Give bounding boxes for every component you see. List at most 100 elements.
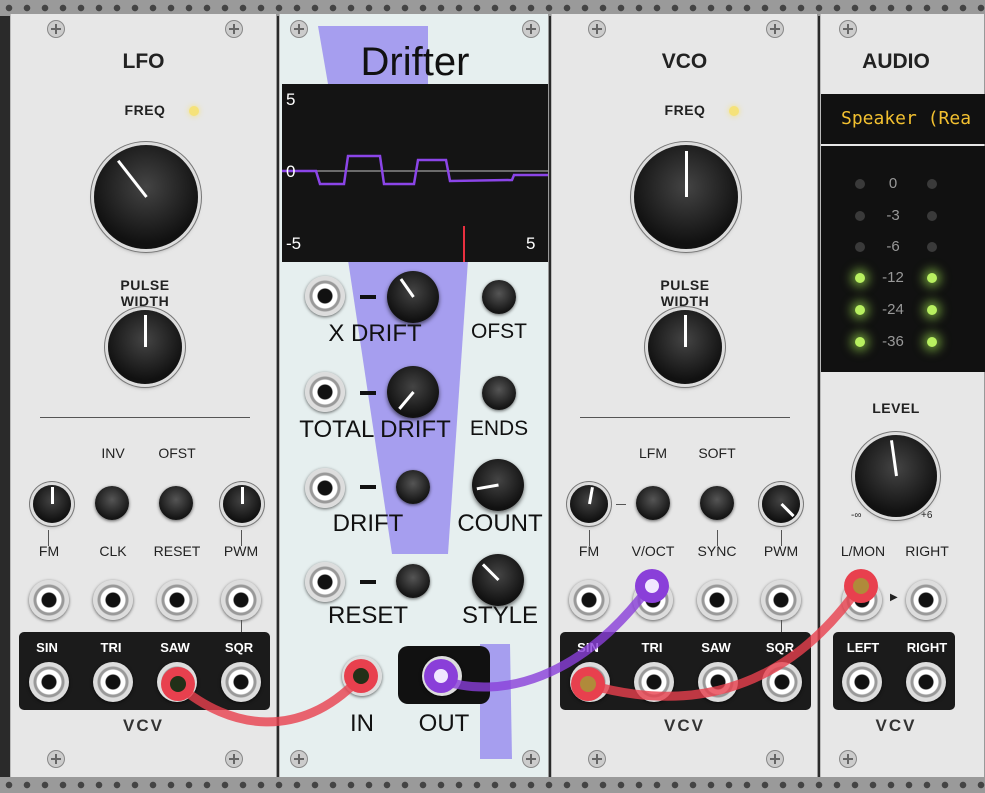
drift-cv-jack[interactable]: [305, 468, 345, 508]
lfo-freq-knob[interactable]: [94, 145, 198, 249]
audio-left-output[interactable]: [842, 662, 882, 702]
audio-module: AUDIO Speaker (Rea 0 -3 -6 -12 -24 -36 L…: [820, 14, 985, 777]
lfo-clk-jack[interactable]: [93, 580, 133, 620]
meter-led-right: [927, 179, 937, 189]
screw-icon: [47, 20, 65, 38]
attenuator-dash: [360, 295, 376, 299]
screw-icon: [290, 750, 308, 768]
vco-freq-knob[interactable]: [634, 145, 738, 249]
screw-icon: [522, 20, 540, 38]
attenuator-dash: [360, 485, 376, 489]
audio-lmon-input[interactable]: [842, 580, 882, 620]
ofst-button[interactable]: [482, 280, 516, 314]
style-knob[interactable]: [472, 554, 524, 606]
audio-level-knob[interactable]: [855, 435, 937, 517]
screw-icon: [588, 20, 606, 38]
lfo-reset-jack[interactable]: [157, 580, 197, 620]
lfo-sqr-output[interactable]: [221, 662, 261, 702]
x-drift-cv-jack[interactable]: [305, 276, 345, 316]
screw-icon: [766, 750, 784, 768]
total-drift-label: TOTAL DRIFT: [299, 416, 451, 443]
audio-device-name: Speaker (Rea: [841, 108, 972, 129]
meter-led-left: [855, 273, 865, 283]
count-knob[interactable]: [472, 459, 524, 511]
vco-sin-output[interactable]: [570, 662, 610, 702]
vco-pwm-jack[interactable]: [761, 580, 801, 620]
vco-voct-jack[interactable]: [633, 580, 673, 620]
lfo-freq-led: [189, 106, 199, 116]
meter-row: -12: [821, 268, 971, 288]
reset-cv-jack[interactable]: [305, 562, 345, 602]
arrow-icon: ▶: [890, 592, 898, 603]
audio-level-label: LEVEL: [872, 400, 920, 416]
vco-soft-button[interactable]: [700, 486, 734, 520]
total-drift-cv-jack[interactable]: [305, 372, 345, 412]
vco-pwm-knob[interactable]: [762, 485, 800, 523]
vco-pw-label: PULSE WIDTH: [660, 277, 710, 309]
display-x-right: 5: [526, 234, 536, 253]
lfo-inv-button[interactable]: [95, 486, 129, 520]
drifter-out-jack[interactable]: [422, 656, 462, 696]
meter-led-left: [855, 337, 865, 347]
vco-tri-output[interactable]: [634, 662, 674, 702]
vco-lfm-button[interactable]: [636, 486, 670, 520]
vco-brand: VCV: [664, 716, 705, 735]
divider: [616, 504, 626, 505]
lfo-tri-output[interactable]: [93, 662, 133, 702]
vco-sqr-output[interactable]: [762, 662, 802, 702]
ends-label: ENDS: [469, 417, 529, 440]
style-label: STYLE: [461, 602, 539, 629]
audio-right-input[interactable]: [906, 580, 946, 620]
in-label: IN: [350, 710, 374, 737]
vco-pwm-label: PWM: [763, 543, 799, 559]
screw-icon: [225, 750, 243, 768]
audio-device-display[interactable]: Speaker (Rea: [821, 94, 985, 144]
reset-button[interactable]: [396, 564, 430, 598]
meter-label: 0: [888, 175, 898, 192]
ends-button[interactable]: [482, 376, 516, 410]
lfo-saw-output[interactable]: [157, 662, 197, 702]
lfo-pwm-knob[interactable]: [223, 485, 261, 523]
audio-output-box: LEFT RIGHT: [833, 632, 955, 710]
meter-label: -3: [886, 207, 900, 224]
vco-fm-jack[interactable]: [569, 580, 609, 620]
meter-label: -36: [882, 333, 904, 350]
lfo-fm-jack[interactable]: [29, 580, 69, 620]
x-drift-knob[interactable]: [387, 271, 439, 323]
meter-row: -24: [821, 300, 971, 320]
lfo-pw-label: PULSE WIDTH: [120, 277, 170, 309]
drift-label: DRIFT: [332, 510, 404, 537]
bottom-rail: [0, 777, 985, 793]
audio-right-input-label: RIGHT: [905, 543, 949, 559]
lfo-pwm-label: PWM: [223, 543, 259, 559]
drifter-title: Drifter: [360, 40, 470, 84]
lfo-out-sqr-label: SQR: [224, 640, 254, 655]
meter-label: -6: [886, 238, 900, 255]
vco-saw-output[interactable]: [698, 662, 738, 702]
lfo-ofst-button[interactable]: [159, 486, 193, 520]
vco-soft-label: SOFT: [698, 445, 736, 461]
lfo-pwm-jack[interactable]: [221, 580, 261, 620]
meter-row: -36: [821, 332, 971, 352]
count-label: COUNT: [457, 510, 543, 537]
lfo-fm-knob[interactable]: [33, 485, 71, 523]
level-max-label: +6: [921, 510, 933, 521]
drifter-in-jack[interactable]: [342, 656, 382, 696]
lfo-sin-output[interactable]: [29, 662, 69, 702]
vco-pw-knob[interactable]: [648, 310, 722, 384]
lfo-ofst-label: OFST: [158, 445, 196, 461]
meter-led-right: [927, 273, 937, 283]
attenuator-dash: [360, 580, 376, 584]
audio-right-output[interactable]: [906, 662, 946, 702]
total-drift-knob[interactable]: [387, 366, 439, 418]
meter-row: -3: [821, 206, 971, 226]
vco-fm-knob[interactable]: [570, 485, 608, 523]
screw-icon: [839, 750, 857, 768]
audio-title: AUDIO: [862, 50, 930, 73]
vco-sync-jack[interactable]: [697, 580, 737, 620]
audio-out-right-label: RIGHT: [906, 640, 948, 655]
drift-trigger-button[interactable]: [396, 470, 430, 504]
out-label: OUT: [418, 710, 470, 737]
meter-led-left: [855, 305, 865, 315]
lfo-pw-knob[interactable]: [108, 310, 182, 384]
